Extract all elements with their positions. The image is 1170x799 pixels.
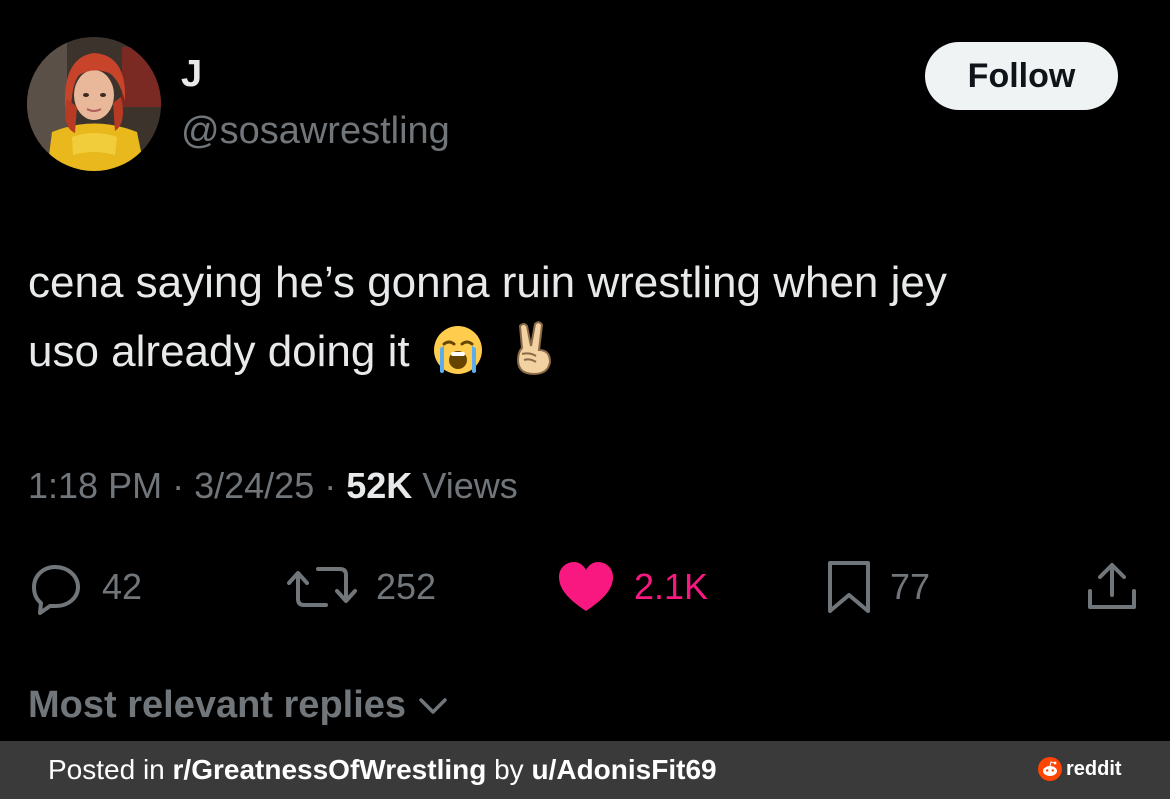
reply-icon	[32, 565, 80, 615]
share-button[interactable]	[1085, 558, 1139, 616]
avatar[interactable]	[27, 37, 161, 171]
reply-button[interactable]: 42	[28, 558, 142, 616]
views-count: 52K	[346, 465, 413, 506]
bookmark-button[interactable]: 77	[826, 558, 930, 616]
meta-separator: ·	[324, 465, 337, 506]
tweet-text-line-2: uso already doing it	[28, 317, 1138, 396]
footer-by: by	[494, 754, 524, 785]
loudly-crying-face-icon	[432, 324, 484, 396]
follow-button[interactable]: Follow	[925, 42, 1118, 110]
footer-attribution: Posted in r/GreatnessOfWrestling by u/Ad…	[48, 753, 717, 787]
meta-separator: ·	[172, 465, 185, 506]
views-label: Views	[422, 465, 518, 506]
tweet-meta: 1:18 PM · 3/24/25 · 52K Views	[28, 462, 518, 510]
replies-sort-label: Most relevant replies	[28, 684, 407, 726]
reply-count: 42	[102, 566, 143, 607]
reddit-wordmark: reddit	[1066, 757, 1122, 780]
user-handle[interactable]: @sosawrestling	[181, 106, 450, 156]
repost-button[interactable]: 252	[286, 558, 436, 616]
reddit-snoo-icon	[1038, 757, 1062, 781]
tweet-text: cena saying he’s gonna ruin wrestling wh…	[28, 248, 1138, 396]
tweet-date[interactable]: 3/24/25	[194, 465, 314, 506]
reddit-footer: Posted in r/GreatnessOfWrestling by u/Ad…	[0, 741, 1170, 799]
share-icon	[1088, 563, 1136, 609]
replies-sort-dropdown[interactable]: Most relevant replies	[28, 684, 448, 727]
footer-user[interactable]: u/AdonisFit69	[531, 754, 716, 785]
display-name[interactable]: J	[181, 52, 202, 96]
footer-posted-in: Posted in	[48, 754, 165, 785]
bookmark-count: 77	[890, 566, 931, 607]
heart-icon	[559, 562, 613, 611]
footer-subreddit[interactable]: r/GreatnessOfWrestling	[173, 754, 487, 785]
repost-icon	[287, 567, 357, 607]
chevron-down-icon	[419, 697, 447, 714]
like-button[interactable]: 2.1K	[556, 558, 708, 616]
tweet-time[interactable]: 1:18 PM	[28, 465, 162, 506]
repost-count: 252	[376, 566, 437, 607]
tweet-text-line-1: cena saying he’s gonna ruin wrestling wh…	[28, 258, 947, 307]
tweet-text-line-2-words: uso already doing it	[28, 327, 410, 376]
like-count: 2.1K	[634, 566, 709, 607]
reddit-logo[interactable]: reddit	[1038, 757, 1122, 781]
avatar-image	[27, 37, 161, 171]
victory-hand-icon	[506, 320, 558, 396]
bookmark-icon	[828, 561, 870, 613]
